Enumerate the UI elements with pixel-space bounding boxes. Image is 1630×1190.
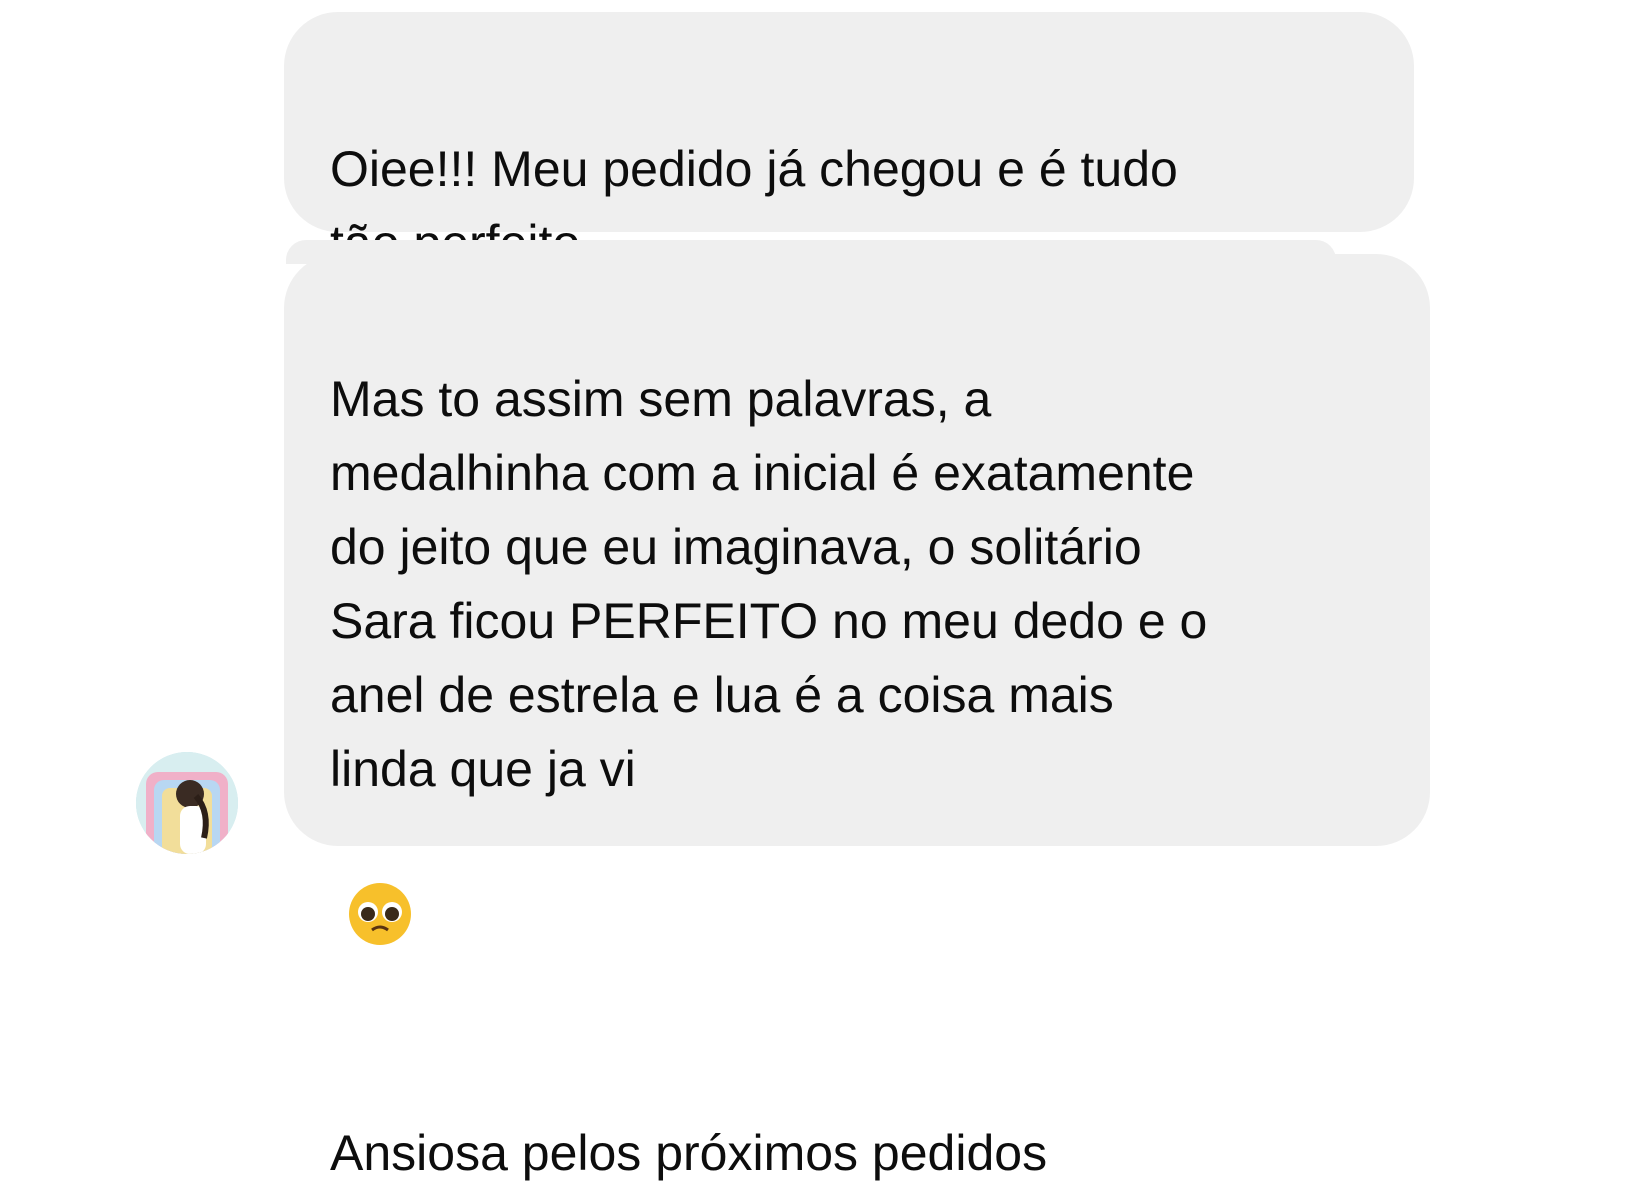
message-bubble-1[interactable]: Oiee!!! Meu pedido já chegou e é tudo tã… xyxy=(284,12,1414,423)
message-bubble-2[interactable]: Mas to assim sem palavras, a medalhinha … xyxy=(284,254,1430,1181)
pleading-face-emoji-icon xyxy=(346,806,414,968)
message-text-2: Mas to assim sem palavras, a medalhinha … xyxy=(330,371,1208,797)
user-avatar[interactable] xyxy=(136,752,238,854)
message-text-2-continued: Ansiosa pelos próximos pedidos xyxy=(330,1125,1048,1181)
